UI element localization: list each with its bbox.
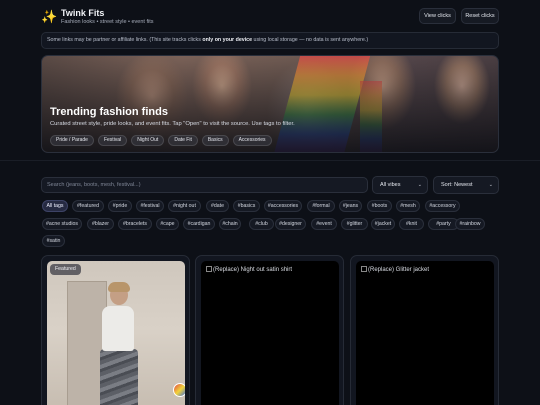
product-image[interactable] <box>47 261 185 405</box>
sort-select-value: Sort: Newest <box>441 182 473 188</box>
sparkles-icon: ✨ <box>41 9 58 24</box>
tag-filter[interactable]: #cardigan <box>183 218 215 230</box>
tag-filter[interactable]: #glitter <box>341 218 368 230</box>
image-alt-text: (Replace) Night out satin shirt <box>213 267 293 273</box>
broken-image-icon <box>361 266 367 272</box>
tag-filter[interactable]: #knit <box>399 218 424 230</box>
affiliate-notice: Some links may be partner or affiliate l… <box>41 32 499 49</box>
tag-filter[interactable]: #festival <box>136 200 164 212</box>
tag-filter[interactable]: #rainbow <box>455 218 485 230</box>
tag-filter-all[interactable]: All tags <box>42 200 68 212</box>
hero-tag[interactable]: Date Fit <box>168 135 198 146</box>
section-divider <box>0 160 540 161</box>
tag-filter[interactable]: #bracelets <box>118 218 152 230</box>
tag-filter[interactable]: #acne studios <box>42 218 82 230</box>
tag-filter[interactable]: #jeans <box>339 200 362 212</box>
hero-banner: Trending fashion finds Curated street st… <box>41 55 499 153</box>
view-clicks-button[interactable]: View clicks <box>419 8 456 24</box>
broken-image-icon <box>206 266 212 272</box>
tag-filter[interactable]: #chain <box>219 218 241 230</box>
tag-filter[interactable]: #jacket <box>371 218 395 230</box>
tag-filter[interactable]: #blazer <box>87 218 114 230</box>
sort-select[interactable]: Sort: Newest ⌄ <box>433 176 499 194</box>
notice-text-before: Some links may be partner or affiliate l… <box>47 37 203 43</box>
vibe-select[interactable]: All vibes ⌄ <box>372 176 428 194</box>
hero-tag[interactable]: Pride / Parade <box>50 135 94 146</box>
tag-filter[interactable]: #boots <box>367 200 392 212</box>
hero-tag[interactable]: Accessories <box>232 135 272 146</box>
tag-filter[interactable]: #designer <box>275 218 306 230</box>
rainbow-avatar-icon <box>173 383 185 397</box>
hero-tag-list: Pride / Parade Festival Night Out Date F… <box>50 135 272 146</box>
hero-tag[interactable]: Festival <box>97 135 128 146</box>
vibe-select-value: All vibes <box>380 182 401 188</box>
product-card[interactable]: (Replace) Glitter jacket <box>350 255 499 405</box>
product-image[interactable]: (Replace) Glitter jacket <box>356 261 494 405</box>
tag-filter[interactable]: #formal <box>307 200 335 212</box>
featured-badge: Featured <box>50 264 81 275</box>
tag-filter[interactable]: #accessories <box>264 200 302 212</box>
tag-filter[interactable]: #date <box>206 200 229 212</box>
search-input[interactable]: Search (jeans, boots, mesh, festival...) <box>41 177 368 193</box>
hero-subtitle: Curated street style, pride looks, and e… <box>50 121 295 127</box>
image-alt-text: (Replace) Glitter jacket <box>368 267 430 273</box>
product-card[interactable]: (Replace) Night out satin shirt <box>195 255 344 405</box>
tag-filter[interactable]: #event <box>311 218 337 230</box>
tag-filter[interactable]: #mesh <box>396 200 420 212</box>
product-card[interactable]: Featured <box>41 255 190 405</box>
hero-tag[interactable]: Night Out <box>131 135 165 146</box>
notice-text-after: using local storage — no data is sent an… <box>252 37 369 43</box>
tag-filter[interactable]: #accessory <box>425 200 460 212</box>
tag-filter[interactable]: #basics <box>233 200 260 212</box>
tag-filter[interactable]: #night out <box>168 200 201 212</box>
product-image[interactable]: (Replace) Night out satin shirt <box>201 261 339 405</box>
site-subtitle: Fashion looks • street style • event fit… <box>61 19 154 25</box>
hero-title: Trending fashion finds <box>50 106 168 118</box>
chevron-down-icon: ⌄ <box>417 182 422 188</box>
tag-filter[interactable]: #club <box>249 218 274 230</box>
tag-filter[interactable]: #cape <box>156 218 179 230</box>
hero-tag[interactable]: Basics <box>201 135 229 146</box>
chevron-down-icon: ⌄ <box>488 182 493 188</box>
reset-clicks-button[interactable]: Reset clicks <box>461 8 499 24</box>
tag-filter[interactable]: #featured <box>72 200 104 212</box>
site-title[interactable]: Twink Fits <box>61 8 104 18</box>
notice-text-bold: only on your device <box>202 37 253 43</box>
tag-filter[interactable]: #pride <box>108 200 132 212</box>
header: ✨ Twink Fits Fashion looks • street styl… <box>0 0 540 30</box>
tag-filter[interactable]: #satin <box>42 235 65 247</box>
